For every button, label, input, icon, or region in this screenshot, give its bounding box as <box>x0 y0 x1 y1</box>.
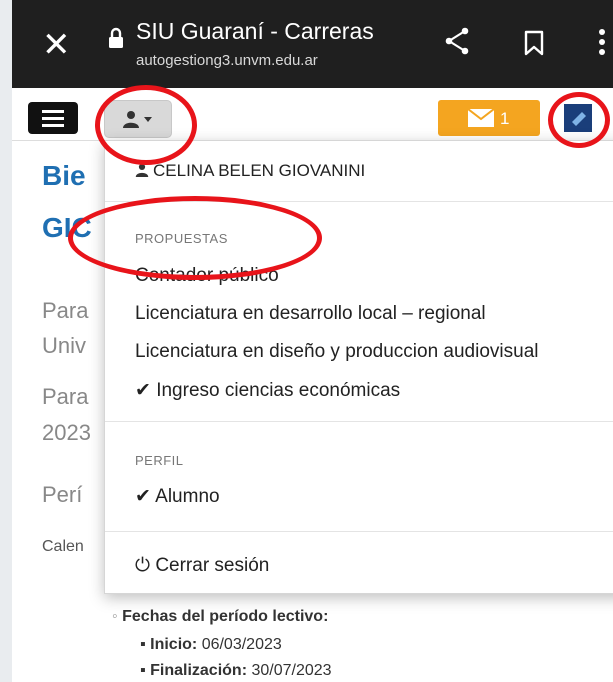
finalizacion-label: Finalización: <box>150 662 248 679</box>
message-count-badge: 1 <box>500 109 510 128</box>
fechas-item: ◦ Fechas del período lectivo: <box>112 608 329 625</box>
page-url[interactable]: autogestiong3.unvm.edu.ar <box>136 52 318 69</box>
hamburger-menu-button[interactable] <box>28 102 78 134</box>
perfil-header: PERFIL <box>135 453 184 468</box>
annotation-circle-user-button <box>95 85 197 165</box>
finalizacion-item: ▪ Finalización: 30/07/2023 <box>140 662 332 679</box>
messages-button[interactable]: 1 <box>438 100 540 136</box>
annotation-circle-propuestas <box>68 196 322 280</box>
screen-bezel <box>0 0 12 682</box>
menu-divider <box>105 421 613 422</box>
inicio-value: 06/03/2023 <box>201 636 282 653</box>
close-tab-icon[interactable]: ✕ <box>42 28 71 62</box>
more-menu-icon[interactable] <box>598 28 606 56</box>
user-icon <box>135 163 149 177</box>
share-icon[interactable] <box>444 27 470 55</box>
inicio-label: Inicio: <box>150 636 198 653</box>
background-text: Perí <box>42 482 83 507</box>
finalizacion-value: 30/07/2023 <box>251 662 332 679</box>
fechas-label: Fechas del período lectivo: <box>122 608 329 625</box>
logout-menu-item[interactable]: ⏻ Cerrar sesión <box>135 555 269 577</box>
menu-item-propuesta[interactable]: Licenciatura en diseño y produccion audi… <box>135 341 538 363</box>
background-text: Para <box>42 384 89 409</box>
phone-screen: ✕ SIU Guaraní - Carreras autogestiong3.u… <box>12 0 613 682</box>
welcome-heading-line1: Bie <box>42 160 86 191</box>
menu-divider <box>105 531 613 532</box>
check-icon: ✔ <box>135 486 151 507</box>
background-text: Univ <box>42 333 87 358</box>
inicio-item: ▪ Inicio: 06/03/2023 <box>140 636 282 653</box>
annotation-circle-logo <box>548 92 610 148</box>
menu-user-name: CELINA BELEN GIOVANINI <box>135 161 365 181</box>
background-text: Calen <box>42 538 84 555</box>
lock-icon <box>109 27 123 48</box>
bookmark-icon[interactable] <box>524 30 544 56</box>
background-text: Para <box>42 298 89 323</box>
menu-item-propuesta[interactable]: Licenciatura en desarrollo local – regio… <box>135 303 486 325</box>
browser-toolbar: ✕ SIU Guaraní - Carreras autogestiong3.u… <box>12 0 613 88</box>
power-icon: ⏻ <box>135 555 151 576</box>
check-icon: ✔ <box>135 380 151 401</box>
page-title: SIU Guaraní - Carreras <box>136 18 374 44</box>
menu-item-propuesta-selected[interactable]: ✔ Ingreso ciencias económicas <box>135 379 400 402</box>
menu-item-perfil-alumno[interactable]: ✔ Alumno <box>135 485 220 508</box>
background-text: 2023 <box>42 420 91 445</box>
envelope-icon <box>468 109 494 127</box>
